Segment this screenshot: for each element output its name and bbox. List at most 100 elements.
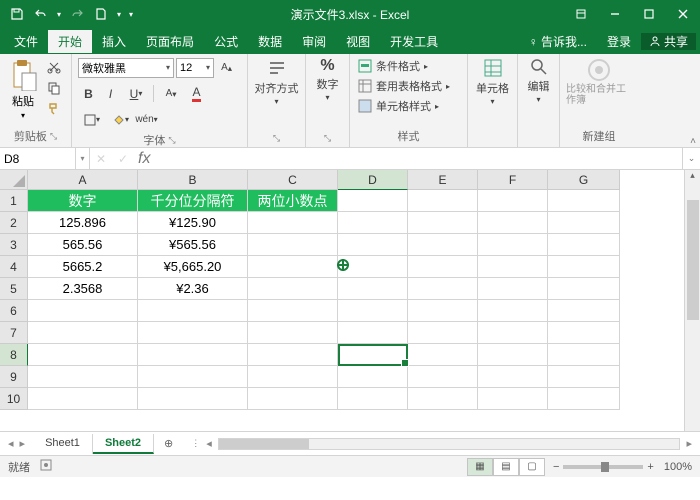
cell-E3[interactable] (408, 234, 478, 256)
login-link[interactable]: 登录 (597, 30, 641, 53)
cell-C10[interactable] (248, 388, 338, 410)
cell-D1[interactable] (338, 190, 408, 212)
cell-F3[interactable] (478, 234, 548, 256)
cell-F2[interactable] (478, 212, 548, 234)
cell-F5[interactable] (478, 278, 548, 300)
phonetic-icon[interactable]: wén▾ (136, 109, 157, 130)
alignment-button[interactable]: 对齐方式▾ (255, 57, 299, 106)
prev-sheet-icon[interactable]: ◂ (8, 437, 14, 450)
cell-B4[interactable]: ¥5,665.20 (138, 256, 248, 278)
tab-开始[interactable]: 开始 (48, 30, 92, 53)
cell-F8[interactable] (478, 344, 548, 366)
cell-D7[interactable] (338, 322, 408, 344)
row-head-3[interactable]: 3 (0, 234, 28, 256)
minimize-icon[interactable] (598, 0, 632, 28)
redo-icon[interactable] (66, 3, 88, 25)
cell-D5[interactable] (338, 278, 408, 300)
cell-D2[interactable] (338, 212, 408, 234)
cell-G3[interactable] (548, 234, 620, 256)
tab-审阅[interactable]: 审阅 (292, 30, 336, 53)
cell-B3[interactable]: ¥565.56 (138, 234, 248, 256)
row-head-7[interactable]: 7 (0, 322, 28, 344)
page-layout-view-icon[interactable]: ▤ (493, 458, 519, 476)
qat-customize[interactable]: ▾ (126, 3, 136, 25)
cell-F7[interactable] (478, 322, 548, 344)
cell-B5[interactable]: ¥2.36 (138, 278, 248, 300)
cell-E7[interactable] (408, 322, 478, 344)
cell-G7[interactable] (548, 322, 620, 344)
cell-E9[interactable] (408, 366, 478, 388)
row-head-4[interactable]: 4 (0, 256, 28, 278)
row-head-2[interactable]: 2 (0, 212, 28, 234)
grow-font-icon[interactable]: A▴ (216, 57, 237, 78)
cell-C1[interactable]: 两位小数点 (248, 190, 338, 212)
name-box-dropdown[interactable]: ▾ (76, 148, 90, 169)
cell-D10[interactable] (338, 388, 408, 410)
copy-icon[interactable] (44, 78, 64, 98)
cell-B6[interactable] (138, 300, 248, 322)
row-head-9[interactable]: 9 (0, 366, 28, 388)
undo-icon[interactable] (30, 3, 52, 25)
cell-G2[interactable] (548, 212, 620, 234)
select-all-button[interactable] (0, 170, 28, 190)
cell-A7[interactable] (28, 322, 138, 344)
cell-C5[interactable] (248, 278, 338, 300)
cell-B10[interactable] (138, 388, 248, 410)
col-head-E[interactable]: E (408, 170, 478, 190)
cell-A6[interactable] (28, 300, 138, 322)
undo-dropdown[interactable]: ▾ (54, 3, 64, 25)
ribbon-options-icon[interactable] (564, 0, 598, 28)
font-name-combo[interactable]: ▾ (78, 58, 174, 78)
name-box[interactable] (0, 148, 76, 169)
cell-E1[interactable] (408, 190, 478, 212)
row-head-5[interactable]: 5 (0, 278, 28, 300)
cell-A10[interactable] (28, 388, 138, 410)
cell-A9[interactable] (28, 366, 138, 388)
tell-me[interactable]: ♀ 告诉我... (519, 30, 597, 53)
new-dropdown[interactable]: ▾ (114, 3, 124, 25)
cell-A4[interactable]: 5665.2 (28, 256, 138, 278)
col-head-D[interactable]: D (338, 170, 408, 190)
sheet-tab-Sheet1[interactable]: Sheet1 (33, 434, 93, 454)
cell-C7[interactable] (248, 322, 338, 344)
cell-F1[interactable] (478, 190, 548, 212)
cell-C2[interactable] (248, 212, 338, 234)
conditional-format-button[interactable]: 条件格式 ▸ (356, 57, 452, 75)
col-head-C[interactable]: C (248, 170, 338, 190)
vertical-scrollbar[interactable]: ▴ (684, 170, 700, 431)
cell-D8[interactable] (338, 344, 408, 366)
font-color-icon[interactable]: A (186, 83, 207, 104)
sheet-tab-Sheet2[interactable]: Sheet2 (93, 434, 154, 454)
fill-color-icon[interactable]: ▾ (107, 109, 135, 130)
cell-D6[interactable] (338, 300, 408, 322)
bold-button[interactable]: B (78, 83, 99, 104)
cell-G1[interactable] (548, 190, 620, 212)
cell-D3[interactable] (338, 234, 408, 256)
col-head-B[interactable]: B (138, 170, 248, 190)
cell-B7[interactable] (138, 322, 248, 344)
cell-C9[interactable] (248, 366, 338, 388)
macro-record-icon[interactable] (40, 459, 52, 474)
cells-button[interactable]: 单元格▾ (476, 57, 509, 106)
scroll-right-icon[interactable]: ▸ (686, 437, 692, 450)
cell-E2[interactable] (408, 212, 478, 234)
normal-view-icon[interactable]: ▦ (467, 458, 493, 476)
cell-E4[interactable] (408, 256, 478, 278)
font-size-combo[interactable]: ▾ (176, 58, 214, 78)
cell-G8[interactable] (548, 344, 620, 366)
row-head-8[interactable]: 8 (0, 344, 28, 366)
tab-视图[interactable]: 视图 (336, 30, 380, 53)
cell-G9[interactable] (548, 366, 620, 388)
shrink-font-icon[interactable]: A▾ (157, 83, 185, 104)
cell-C4[interactable] (248, 256, 338, 278)
cut-icon[interactable] (44, 57, 64, 77)
cell-F10[interactable] (478, 388, 548, 410)
zoom-slider[interactable] (563, 465, 643, 469)
scroll-left-icon[interactable]: ◂ (206, 437, 212, 450)
cell-B8[interactable] (138, 344, 248, 366)
format-painter-icon[interactable] (44, 99, 64, 119)
expand-formula-bar-icon[interactable]: ⌄ (682, 148, 700, 169)
cell-C8[interactable] (248, 344, 338, 366)
new-sheet-button[interactable]: ⊕ (154, 437, 183, 450)
cell-B2[interactable]: ¥125.90 (138, 212, 248, 234)
